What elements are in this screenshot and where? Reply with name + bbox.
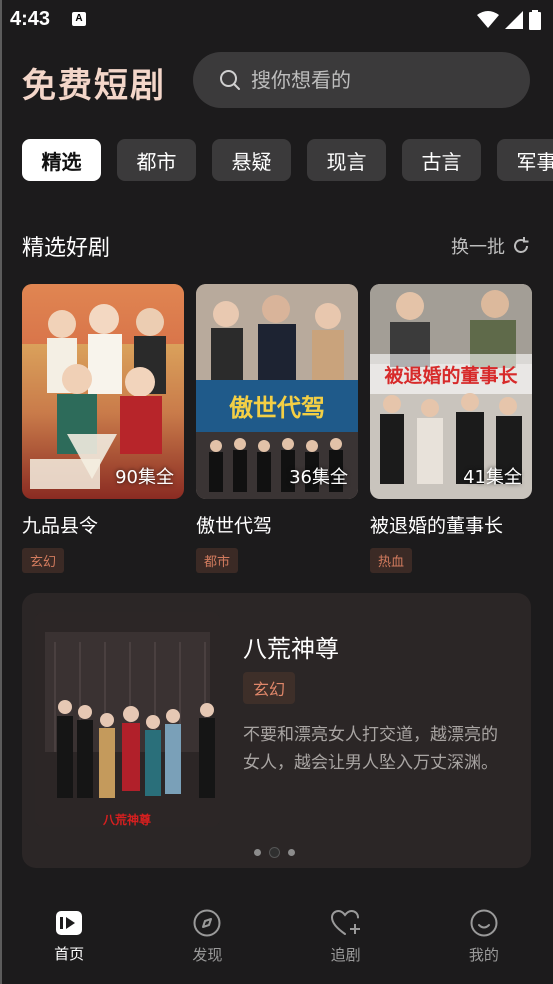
tab-junshi[interactable]: 军事 (497, 139, 553, 181)
drama-poster[interactable]: 傲世代驾 36集全 (196, 284, 358, 499)
nav-profile-label: 我的 (468, 945, 499, 964)
drama-card[interactable]: 90集全 九品县令 玄幻 (22, 284, 184, 573)
tab-guyan[interactable]: 古言 (402, 139, 481, 181)
drama-card[interactable]: 傲世代驾 36集全 傲世代驾 都市 (196, 284, 358, 573)
system-icons (477, 10, 541, 30)
drama-title[interactable]: 傲世代驾 (196, 511, 358, 538)
signal-icon (505, 11, 523, 29)
section-header: 精选好剧 换一批 (22, 230, 531, 262)
tab-xianyan[interactable]: 现言 (307, 139, 386, 181)
banner-genre-tag: 玄幻 (243, 672, 296, 704)
search-bar[interactable] (193, 52, 530, 108)
carousel-indicator (254, 847, 295, 858)
nav-discover[interactable]: 发现 (138, 888, 276, 984)
episode-count: 41集全 (463, 467, 522, 488)
episode-count: 90集全 (115, 467, 174, 488)
wifi-icon (477, 11, 499, 28)
bottom-navigation: 首页 发现 追剧 我的 (0, 888, 553, 984)
banner-image: 八荒神尊 (35, 612, 220, 827)
drama-card-list: 90集全 九品县令 玄幻 傲世代驾 36集全 傲世代驾 都市 被退婚的董事长 4… (22, 284, 532, 573)
status-bar: 4:43 A (0, 0, 553, 38)
drama-poster[interactable]: 90集全 (22, 284, 184, 499)
drama-card[interactable]: 被退婚的董事长 41集全 被退婚的董事长 热血 (370, 284, 532, 573)
episode-count: 36集全 (289, 467, 348, 488)
refresh-icon (514, 237, 529, 253)
tab-xuanyi[interactable]: 悬疑 (212, 139, 291, 181)
battery-icon (529, 10, 541, 30)
category-tabs: 精选 都市 悬疑 现言 古言 军事 (22, 139, 553, 181)
svg-text:傲世代驾: 傲世代驾 (229, 393, 325, 422)
genre-tag: 都市 (196, 548, 239, 573)
carousel-dot-active[interactable] (269, 847, 280, 858)
carousel-dot[interactable] (288, 849, 295, 856)
search-input[interactable] (249, 67, 513, 93)
section-title: 精选好剧 (22, 236, 111, 261)
refresh-button[interactable]: 换一批 (451, 233, 531, 259)
nav-follow-label: 追剧 (330, 945, 361, 964)
notification-badge-icon: A (72, 12, 86, 26)
genre-tag: 玄幻 (22, 548, 65, 573)
svg-text:被退婚的董事长: 被退婚的董事长 (384, 364, 518, 387)
play-square-icon (56, 910, 83, 935)
heart-plus-icon (330, 909, 360, 935)
banner-poster[interactable]: 八荒神尊 (35, 612, 220, 827)
drama-poster[interactable]: 被退婚的董事长 41集全 (370, 284, 532, 499)
screen-edge (0, 0, 2, 984)
app-header: 免费短剧 (0, 50, 553, 110)
drama-title[interactable]: 九品县令 (22, 511, 184, 538)
nav-home-label: 首页 (54, 944, 85, 963)
carousel-dot[interactable] (254, 849, 261, 856)
svg-text:八荒神尊: 八荒神尊 (102, 812, 151, 827)
nav-discover-label: 发现 (192, 945, 223, 964)
compass-icon (193, 909, 221, 936)
drama-title[interactable]: 被退婚的董事长 (370, 511, 532, 538)
banner-description: 不要和漂亮女人打交道，越漂亮的女人，越会让男人坠入万丈深渊。 (243, 725, 498, 773)
nav-profile[interactable]: 我的 (415, 888, 553, 984)
smile-icon (470, 909, 498, 936)
tab-jingxuan[interactable]: 精选 (22, 139, 101, 181)
nav-home[interactable]: 首页 (0, 888, 138, 984)
refresh-label: 换一批 (451, 237, 505, 258)
search-icon (220, 70, 240, 90)
status-time: 4:43 (10, 8, 51, 30)
genre-tag: 热血 (370, 548, 413, 573)
app-title: 免费短剧 (22, 66, 166, 106)
tab-dushi[interactable]: 都市 (117, 139, 196, 181)
nav-follow[interactable]: 追剧 (277, 888, 415, 984)
banner-title[interactable]: 八荒神尊 (243, 629, 339, 664)
featured-banner[interactable]: 八荒神尊 八荒神尊 玄幻 不要和漂亮女人打交道，越漂亮的女人，越会让男人坠入万丈… (22, 593, 531, 868)
